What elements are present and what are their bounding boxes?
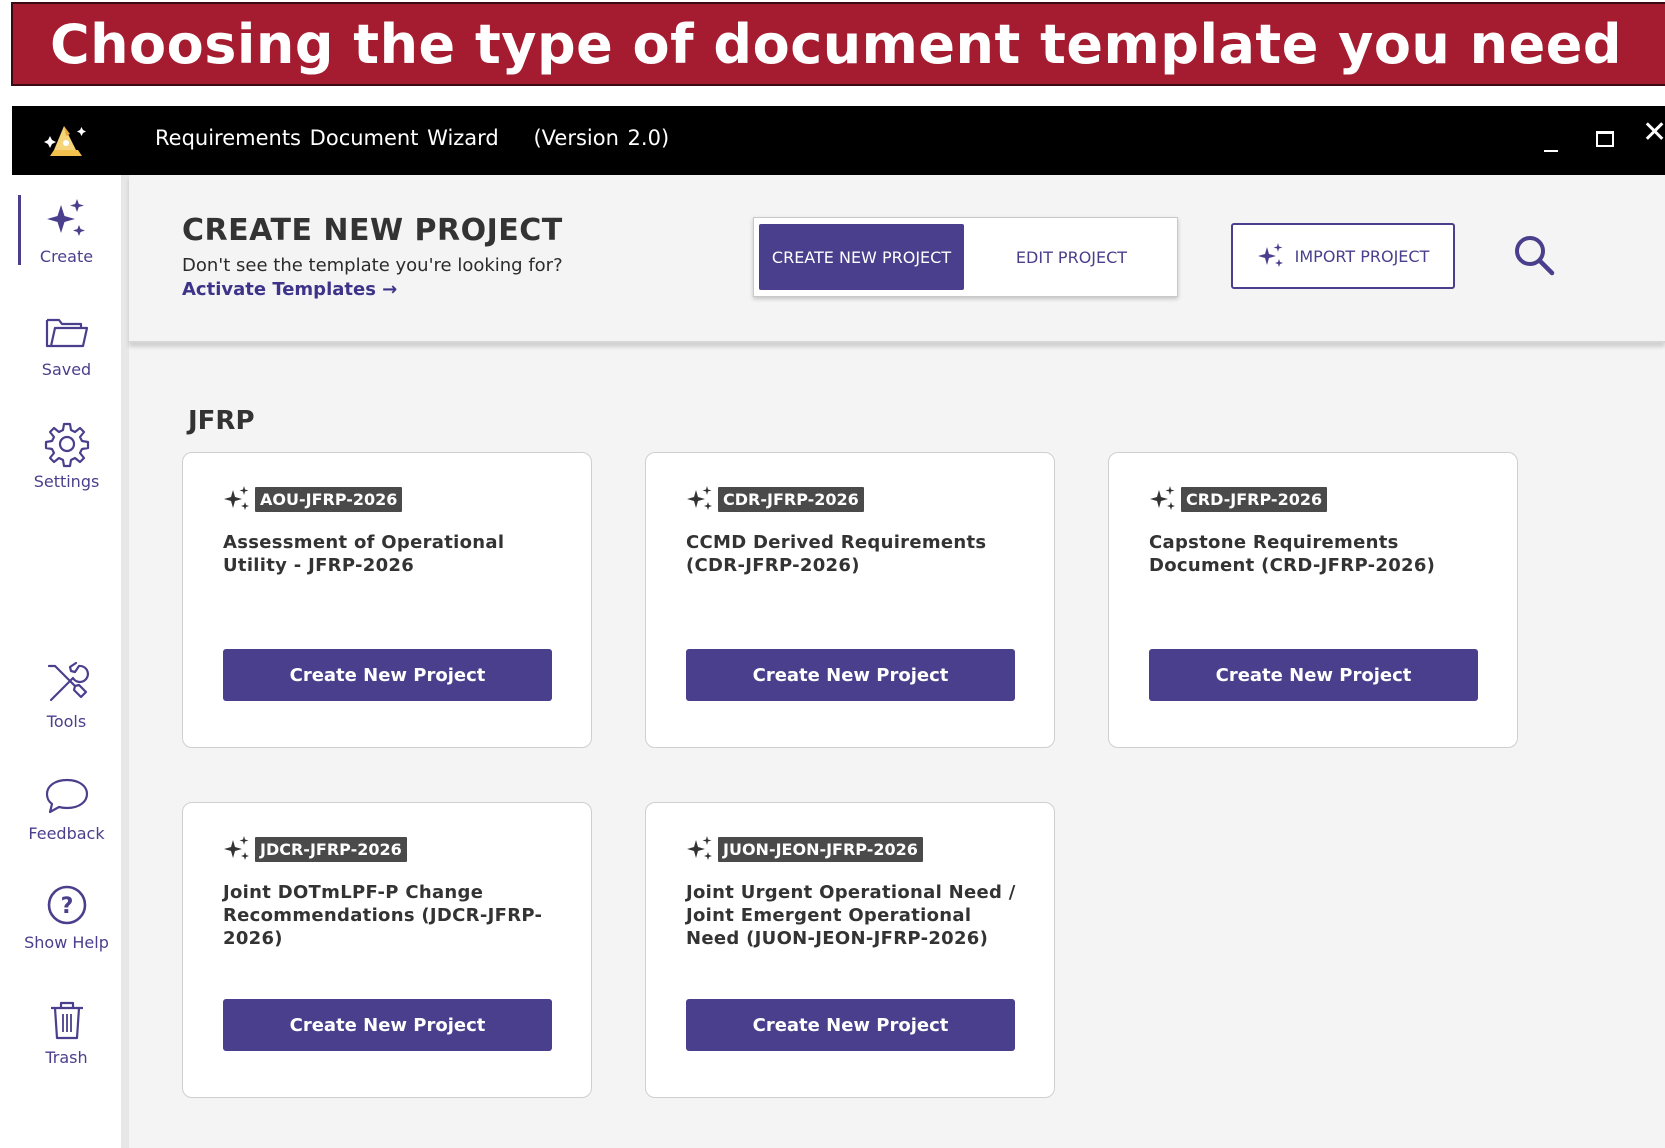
template-tag: JDCR-JFRP-2026 (255, 836, 407, 862)
page-header: CREATE NEW PROJECT Don't see the templat… (129, 175, 1665, 343)
sparkles-icon (687, 486, 712, 510)
template-tag: CRD-JFRP-2026 (1181, 486, 1328, 512)
sparkles-icon (1150, 486, 1175, 510)
minimize-icon[interactable] (1544, 128, 1558, 152)
template-name: Capstone Requirements Document (CRD-JFRP… (1149, 532, 1436, 576)
template-card: CDR-JFRP-2026 CCMD Derived Requirements … (645, 452, 1055, 748)
close-icon[interactable]: ✕ (1642, 118, 1665, 148)
create-new-project-button[interactable]: Create New Project (686, 649, 1015, 701)
sidebar: Create Saved Settings Tools Feedback ? S… (12, 175, 129, 1148)
sidebar-label-feedback: Feedback (28, 824, 105, 843)
title-banner: Choosing the type of document template y… (11, 2, 1665, 86)
banner-title: Choosing the type of document template y… (49, 12, 1623, 76)
sidebar-item-feedback[interactable]: Feedback (12, 772, 121, 868)
help-circle-icon: ? (47, 885, 86, 925)
sidebar-label-show-help: Show Help (24, 933, 109, 952)
sidebar-item-saved[interactable]: Saved (12, 308, 121, 404)
tab-edit-project[interactable]: EDIT PROJECT (968, 224, 1175, 290)
template-tag-row: JDCR-JFRP-2026 (223, 835, 407, 863)
sidebar-item-settings[interactable]: Settings (12, 420, 121, 516)
create-new-project-button[interactable]: Create New Project (1149, 649, 1478, 701)
sidebar-label-settings: Settings (33, 472, 100, 491)
gear-icon (44, 422, 89, 468)
window-title: Requirements Document Wizard (Version 2.… (155, 126, 669, 150)
svg-text:?: ? (60, 894, 73, 919)
sidebar-item-tools[interactable]: Tools (12, 660, 121, 756)
tab-create-new-project[interactable]: CREATE NEW PROJECT (759, 224, 964, 290)
tools-icon (47, 661, 89, 702)
sidebar-item-trash[interactable]: Trash (12, 996, 121, 1092)
sidebar-label-trash: Trash (45, 1048, 88, 1067)
template-name: Joint DOTmLPF-P Change Recommendations (… (223, 882, 543, 949)
template-card: JDCR-JFRP-2026 Joint DOTmLPF-P Change Re… (182, 802, 592, 1098)
create-new-project-button[interactable]: Create New Project (223, 649, 552, 701)
template-name: CCMD Derived Requirements (CDR-JFRP-2026… (686, 532, 987, 576)
create-new-project-button[interactable]: Create New Project (223, 999, 552, 1051)
create-new-project-button[interactable]: Create New Project (686, 999, 1015, 1051)
sparkles-icon (224, 486, 249, 510)
template-tag-row: CRD-JFRP-2026 (1149, 485, 1328, 513)
header-subtitle: Don't see the template you're looking fo… (182, 255, 563, 276)
import-project-label: IMPORT PROJECT (1294, 246, 1430, 266)
template-name: Joint Urgent Operational Need / Joint Em… (686, 882, 1016, 949)
trash-icon (50, 1001, 83, 1040)
app-name: Requirements Document Wizard (155, 126, 499, 150)
import-project-button[interactable]: IMPORT PROJECT (1231, 223, 1455, 289)
sidebar-item-show-help[interactable]: ? Show Help (12, 881, 121, 977)
app-window: Requirements Document Wizard (Version 2.… (12, 106, 1665, 1148)
sparkles-icon (687, 836, 712, 860)
section-title: JFRP (188, 406, 255, 436)
sparkles-icon (1257, 243, 1283, 267)
sidebar-label-saved: Saved (41, 360, 92, 379)
sparkles-icon (46, 199, 85, 236)
sidebar-label-tools: Tools (46, 712, 87, 731)
page-title: CREATE NEW PROJECT (182, 213, 563, 248)
title-bar: Requirements Document Wizard (Version 2.… (12, 106, 1665, 175)
sparkles-icon (224, 836, 249, 860)
template-tag-row: JUON-JEON-JFRP-2026 (686, 835, 923, 863)
activate-templates-link[interactable]: Activate Templates → (182, 279, 397, 300)
app-version: (Version 2.0) (533, 126, 670, 150)
template-tag: CDR-JFRP-2026 (718, 486, 864, 512)
template-card: CRD-JFRP-2026 Capstone Requirements Docu… (1108, 452, 1518, 748)
sidebar-label-create: Create (39, 247, 94, 266)
search-icon[interactable] (1512, 233, 1556, 277)
template-tag: AOU-JFRP-2026 (255, 486, 403, 512)
template-tag-row: CDR-JFRP-2026 (686, 485, 864, 513)
template-card: JUON-JEON-JFRP-2026 Joint Urgent Operati… (645, 802, 1055, 1098)
template-tag-row: AOU-JFRP-2026 (223, 485, 403, 513)
project-mode-toggle: CREATE NEW PROJECT EDIT PROJECT (753, 217, 1178, 297)
template-name: Assessment of Operational Utility - JFRP… (223, 532, 505, 576)
sidebar-item-create[interactable]: Create (12, 195, 121, 291)
wizard-logo-icon (44, 126, 86, 156)
template-card: AOU-JFRP-2026 Assessment of Operational … (182, 452, 592, 748)
template-tag: JUON-JEON-JFRP-2026 (718, 836, 923, 862)
chat-bubble-icon (45, 778, 88, 814)
folder-icon (45, 318, 88, 348)
maximize-icon[interactable] (1596, 131, 1614, 147)
